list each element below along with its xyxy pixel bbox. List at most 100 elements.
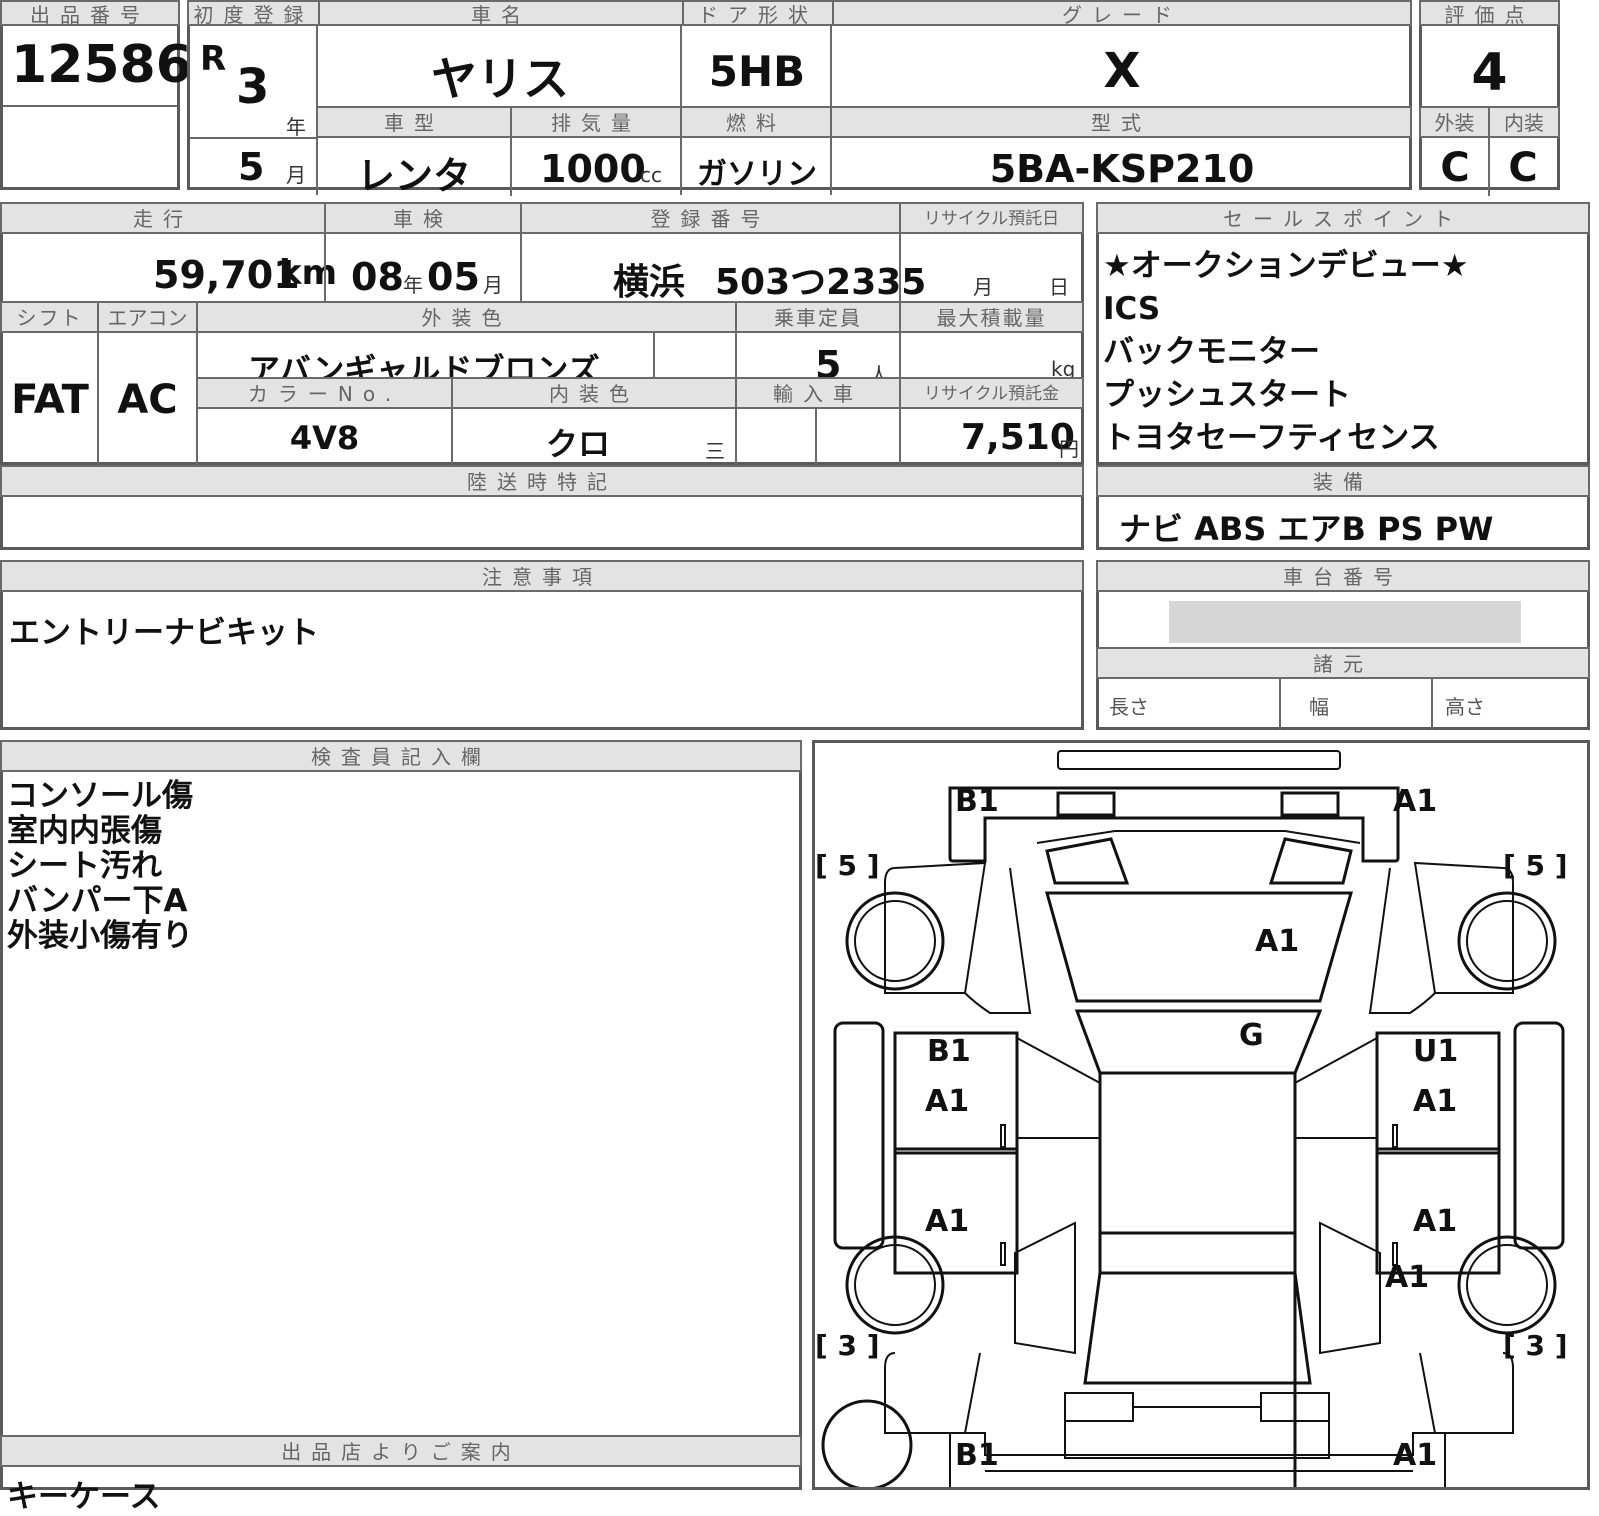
inspector-note: コンソール傷 [7,778,193,814]
displacement: 1000 [540,147,646,191]
exterior-header: 外装 [1419,106,1490,138]
notes-text: エントリーナビキット [9,615,319,651]
era: R [200,39,227,79]
sales-point-item: トヨタセーフティセンス [1103,420,1440,456]
body-type-header: 車型 [316,106,512,138]
dim-width: 幅 [1309,695,1329,719]
score-box: 評価点 4 外装 内装 C C [1419,0,1560,196]
inspector-header: 検査員記入欄 [0,740,802,772]
notes-header: 注意事項 [0,560,1084,592]
int-mark: 三 [705,439,725,463]
left-front-door-upper-grade: B1 [927,1034,971,1069]
right-rear-door-grade: A1 [1413,1204,1457,1239]
mileage-header: 走行 [0,202,326,234]
reg-number: 503つ2335 [715,262,927,303]
dim-height: 高さ [1445,695,1485,719]
chassis-header: 車台番号 [1096,560,1590,592]
lot-header: 出品番号 [0,0,180,26]
reg-no-header: 登録番号 [520,202,901,234]
mileage-unit: km [279,253,338,293]
car-diagram-svg: [ 5 ] [ 5 ] [ 3 ] [ 3 ] B1 A1 A1 G B1 A1… [815,750,1568,1493]
tire-rear-right: [ 3 ] [1503,1329,1568,1362]
sales-point-item: ★オークションデビュー★ [1103,248,1469,284]
inspection-month: 05 [427,255,480,299]
lot-number: 12586 [11,35,192,95]
transport-header: 陸送時特記 [0,465,1084,497]
sales-point-header: セールスポイント [1096,202,1590,234]
sales-point-item: ICS [1103,291,1161,327]
displacement-unit: cc [640,163,662,187]
inspector-box: 検査員記入欄 コンソール傷 室内内張傷 シート汚れ バンパー下A 外装小傷有り … [0,740,802,1515]
equipment-list: ナビ ABS エアB PS PW [1119,510,1494,548]
inspection-month-unit: 月 [483,273,503,297]
year-unit: 年 [286,115,306,139]
aircon-header: エアコン [97,301,198,333]
aircon: AC [117,377,178,423]
chassis-redacted [1169,601,1521,643]
sales-point-box: セールスポイント ★オークションデビュー★ ICS バックモニター プッシュスタ… [1096,202,1590,465]
inspector-note: 外装小傷有り [7,918,193,954]
right-rear-fender-grade: A1 [1385,1260,1429,1295]
recycle-month-unit: 月 [973,275,993,299]
right-front-door-upper-grade: U1 [1413,1034,1458,1069]
left-rear-door-grade: A1 [925,1204,969,1239]
inspection-header: 車検 [324,202,522,234]
equipment-box: 装備 ナビ ABS エアB PS PW [1096,465,1590,550]
fuel-header: 燃料 [680,106,832,138]
color-no: 4V8 [289,419,360,457]
shift: FAT [11,377,89,423]
damage-diagram: [ 5 ] [ 5 ] [ 3 ] [ 3 ] B1 A1 A1 G B1 A1… [812,740,1590,1493]
inspection-year: 08 [351,255,404,299]
sales-point-list: ★オークションデビュー★ ICS バックモニター プッシュスタート トヨタセーフ… [1103,245,1469,460]
seller-info-header: 出品店よりご案内 [0,1435,802,1467]
tire-front-left: [ 5 ] [815,849,880,882]
int-color: クロ [545,425,610,463]
model-code-header: 型式 [830,106,1412,138]
door-header: ドア形状 [682,0,834,26]
lot-box: 出品番号 12586 [0,0,192,190]
inspector-note: 室内内張傷 [7,813,162,849]
dimensions-header: 諸元 [1096,647,1590,679]
max-load-header: 最大積載量 [899,301,1084,333]
recycle-day-unit: 日 [1049,275,1069,299]
car-name: ヤリス [431,52,569,106]
int-color-header: 内装色 [451,377,737,409]
notes-box: 注意事項 エントリーナビキット [0,560,1084,730]
car-name-header: 車名 [318,0,684,26]
month-unit: 月 [286,163,306,187]
rear-bumper-left-grade: B1 [955,1438,999,1473]
dim-length: 長さ [1109,695,1149,719]
grade: X [1103,43,1141,99]
inspection-year-unit: 年 [403,273,423,297]
specs-block: 走行 車検 登録番号 リサイクル預託日 59,701 km 08 年 05 月 … [0,202,1084,471]
model-code: 5BA-KSP210 [989,147,1255,191]
transport-box: 陸送時特記 [0,465,1084,550]
tire-front-right: [ 5 ] [1503,849,1568,882]
mileage: 59,701 [153,253,300,297]
exterior-grade: C [1440,145,1470,191]
rear-bumper-right-grade: A1 [1393,1438,1437,1473]
first-reg-header: 初度登録 [187,0,320,26]
sales-point-item: プッシュスタート [1103,377,1351,413]
tire-rear-left: [ 3 ] [815,1329,880,1362]
interior-header: 内装 [1488,106,1560,138]
inspector-notes: コンソール傷 室内内張傷 シート汚れ バンパー下A 外装小傷有り [7,779,193,954]
seller-info-text: キーケース [7,1479,161,1515]
fuel: ガソリン [697,157,817,192]
recycle-fee-unit: 円 [1059,437,1079,461]
capacity-header: 乗車定員 [735,301,901,333]
shift-header: シフト [0,301,99,333]
recycle-date-header: リサイクル預託日 [899,202,1084,234]
score-header: 評価点 [1419,0,1560,26]
chassis-box: 車台番号 諸元 長さ 幅 高さ [1096,560,1590,730]
ext-color-header: 外装色 [196,301,737,333]
import-header: 輸入車 [735,377,901,409]
door-type: 5HB [708,47,806,96]
hood-grade: A1 [1255,924,1299,959]
reg-month: 5 [238,145,265,189]
displacement-header: 排気量 [510,106,682,138]
reg-city: 横浜 [613,262,686,303]
body-type: レンタ [356,154,471,198]
recycle-fee-header: リサイクル預託金 [899,377,1084,409]
left-front-door-lower-grade: A1 [925,1084,969,1119]
